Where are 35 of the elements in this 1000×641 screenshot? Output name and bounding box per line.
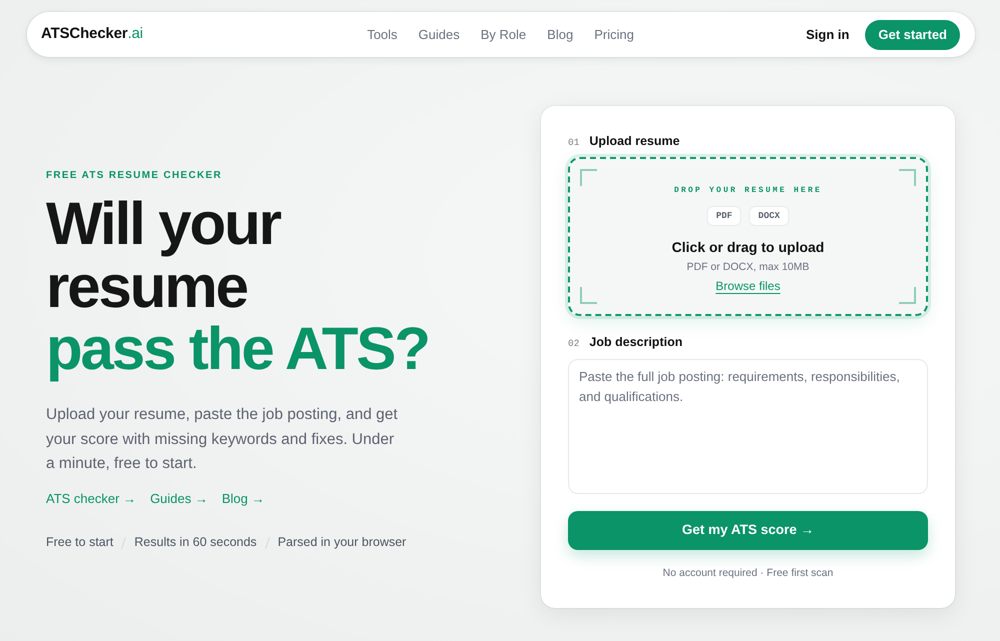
corner-bracket-icon (899, 287, 916, 304)
logo[interactable]: ATSChecker.ai (41, 23, 143, 46)
corner-bracket-icon (899, 169, 916, 186)
job-description-field[interactable]: Paste the full job posting: requirements, responsibilities, and qualifications. (568, 358, 928, 494)
form-note: No account required · Free first scan (662, 566, 834, 580)
eyebrow-text: FREE ATS RESUME CHECKER (46, 169, 222, 184)
nav-link[interactable]: Guides (418, 24, 460, 44)
sign-in-link[interactable]: Sign in (806, 24, 850, 44)
text-link[interactable]: Blog → (222, 488, 265, 508)
text-link[interactable]: ATS checker → (46, 488, 136, 508)
corner-bracket-icon (580, 169, 597, 186)
feature-text: Results in 60 seconds (134, 534, 257, 552)
step-number: 01 (568, 137, 580, 150)
step-number: 02 (568, 338, 580, 351)
drop-label: DROP YOUR RESUME HERE (673, 185, 823, 197)
text-link[interactable]: Guides → (150, 488, 208, 508)
upload-title: Click or drag to upload (670, 239, 826, 257)
step-label: Upload resume (589, 133, 680, 150)
corner-bracket-icon (580, 287, 597, 304)
nav-link[interactable]: Tools (367, 24, 398, 44)
nav-link[interactable]: Blog (547, 24, 574, 44)
feature-text: Parsed in your browser (278, 534, 406, 552)
nav-link[interactable]: Pricing (594, 24, 634, 44)
nav-link[interactable]: By Role (480, 24, 526, 44)
feature-text: Free to start (46, 534, 114, 552)
upload-hint: PDF or DOCX, max 10MB (686, 260, 810, 274)
browse-files-link[interactable]: Browse files (716, 279, 780, 295)
hero-description: Upload your resume, paste the job posting, and get your score with missing keywords and fixes. Under a minute, free to start. (46, 405, 399, 474)
get-started-button[interactable]: Get started (865, 20, 960, 50)
get-score-button[interactable]: Get my ATS score → (568, 510, 928, 550)
format-tag: PDF (707, 206, 742, 226)
step-label: Job description (589, 334, 682, 351)
format-tag: DOCX (749, 206, 789, 226)
hero-heading: Will your resume pass the ATS? (46, 193, 430, 380)
upload-dropzone[interactable]: DROP YOUR RESUME HERE PDF DOCX Click or drag to upload PDF or DOCX, max 10MB Browse files (568, 157, 928, 316)
